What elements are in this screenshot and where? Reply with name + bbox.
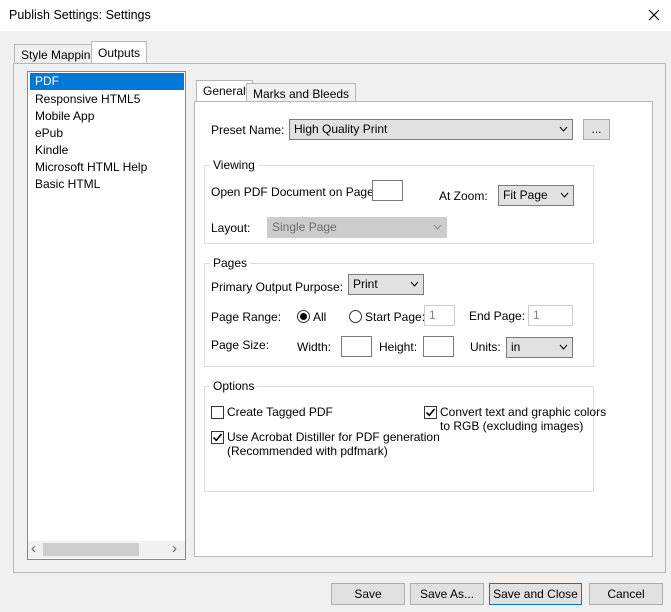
height-label: Height: <box>379 340 418 354</box>
convert-colors-note: to RGB (excluding images) <box>440 419 584 433</box>
page-range-all-radio[interactable] <box>297 310 310 323</box>
check-icon <box>212 433 223 442</box>
units-label: Units: <box>470 340 501 354</box>
radio-selected-dot <box>300 313 307 320</box>
close-button[interactable] <box>640 4 668 26</box>
preset-name-select[interactable]: High Quality Print <box>289 119 573 140</box>
zoom-select[interactable]: Fit Page <box>498 185 574 206</box>
zoom-value: Fit Page <box>503 188 548 202</box>
output-purpose-select[interactable]: Print <box>348 274 424 295</box>
chevron-down-icon <box>559 120 568 145</box>
chevron-down-icon <box>559 338 568 363</box>
zoom-label: At Zoom: <box>439 189 488 203</box>
list-item-kindle[interactable]: Kindle <box>30 142 184 159</box>
width-label: Width: <box>297 340 332 354</box>
page-range-start-radio[interactable] <box>349 310 362 323</box>
page-size-label: Page Size: <box>211 338 270 352</box>
units-select[interactable]: in <box>506 337 573 358</box>
layout-label: Layout: <box>211 221 251 235</box>
tagged-pdf-label[interactable]: Create Tagged PDF <box>227 405 333 419</box>
preset-name-label: Preset Name: <box>211 123 285 137</box>
window-title: Publish Settings: Settings <box>9 8 151 22</box>
save-as-button[interactable]: Save As... <box>410 583 484 605</box>
list-item-microsoft-html-help[interactable]: Microsoft HTML Help <box>30 159 184 176</box>
tab-outputs[interactable]: Outputs <box>91 41 148 64</box>
start-page-input: 1 <box>424 305 455 326</box>
save-button[interactable]: Save <box>331 583 405 605</box>
cancel-button[interactable]: Cancel <box>589 583 663 605</box>
distiller-note: (Recommended with pdfmark) <box>227 444 388 458</box>
tagged-pdf-checkbox[interactable] <box>211 406 224 419</box>
pages-group-title: Pages <box>210 256 251 270</box>
output-type-list[interactable]: PDF Responsive HTML5 Mobile App ePub Kin… <box>27 71 186 560</box>
save-and-close-button[interactable]: Save and Close <box>489 583 582 605</box>
scroll-left-icon[interactable]: ‹ <box>31 540 36 557</box>
preset-browse-button[interactable]: ... <box>583 119 610 140</box>
viewing-group-title: Viewing <box>210 158 258 172</box>
list-item-responsive-html5[interactable]: Responsive HTML5 <box>30 91 184 108</box>
output-purpose-label: Primary Output Purpose: <box>211 280 344 294</box>
end-page-input: 1 <box>528 305 573 326</box>
scroll-right-icon[interactable]: › <box>172 540 177 557</box>
open-page-label: Open PDF Document on Page: <box>211 185 378 199</box>
open-page-input[interactable] <box>372 180 403 201</box>
close-icon <box>648 9 660 21</box>
check-icon <box>425 408 436 417</box>
tab-general[interactable]: General <box>196 80 253 102</box>
chevron-down-icon <box>410 275 419 300</box>
list-item-pdf[interactable]: PDF <box>30 73 184 90</box>
page-range-all-label[interactable]: All <box>313 310 326 324</box>
options-group-title: Options <box>210 379 258 393</box>
preset-name-value: High Quality Print <box>294 122 388 136</box>
page-range-label: Page Range: <box>211 310 282 324</box>
convert-colors-checkbox[interactable] <box>424 406 437 419</box>
chevron-down-icon <box>560 186 569 211</box>
list-item-mobile-app[interactable]: Mobile App <box>30 108 184 125</box>
chevron-down-icon <box>433 218 442 243</box>
convert-colors-label[interactable]: Convert text and graphic colors <box>440 405 606 419</box>
list-item-epub[interactable]: ePub <box>30 125 184 142</box>
layout-select: Single Page <box>267 217 447 238</box>
distiller-label[interactable]: Use Acrobat Distiller for PDF generation <box>227 430 440 444</box>
output-purpose-value: Print <box>353 277 378 291</box>
distiller-checkbox[interactable] <box>211 431 224 444</box>
layout-value: Single Page <box>272 220 337 234</box>
height-input[interactable] <box>423 336 454 357</box>
width-input[interactable] <box>341 336 372 357</box>
end-page-label: End Page: <box>469 309 526 323</box>
scrollbar-thumb[interactable] <box>43 543 139 556</box>
start-page-label[interactable]: Start Page: <box>365 310 425 324</box>
units-value: in <box>511 340 521 354</box>
list-item-basic-html[interactable]: Basic HTML <box>30 176 184 193</box>
